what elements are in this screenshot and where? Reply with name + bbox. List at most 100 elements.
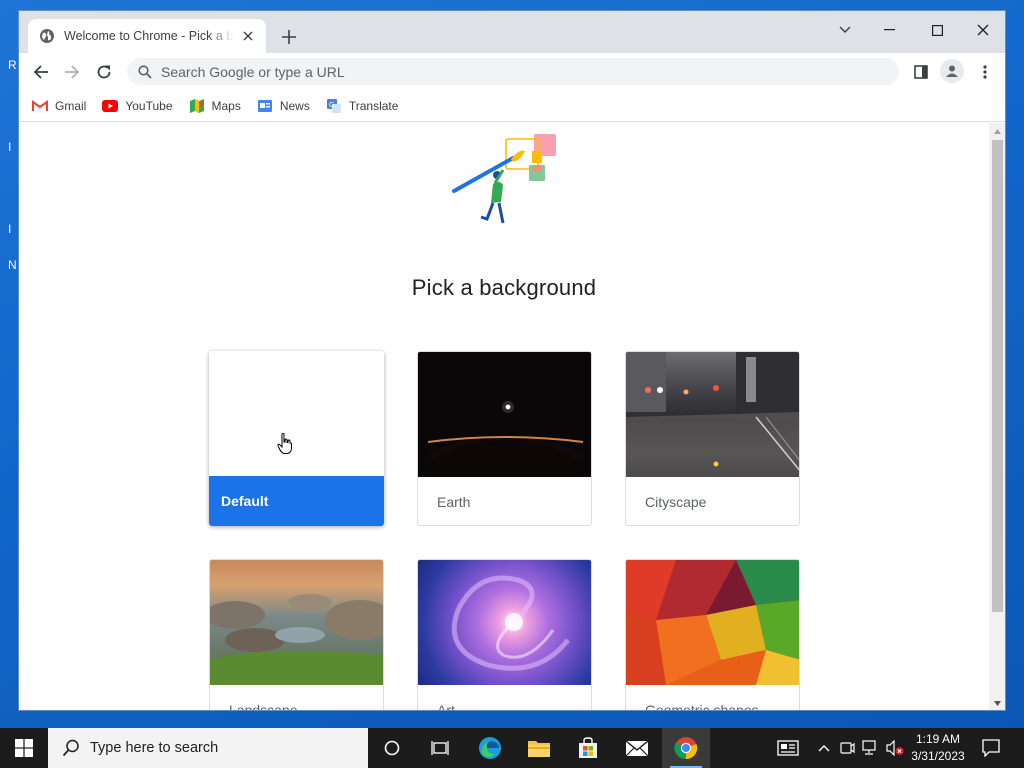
- background-card-cityscape[interactable]: Cityscape: [625, 351, 800, 526]
- cityscape-street-image: [626, 352, 799, 477]
- default-thumbnail: [209, 351, 384, 476]
- earth-thumbnail: [418, 352, 591, 500]
- volume-button[interactable]: [885, 738, 905, 758]
- desktop-icon-label-fragment: I: [8, 140, 12, 154]
- background-card-label: Default: [209, 476, 384, 526]
- bookmark-gmail[interactable]: Gmail: [32, 99, 86, 113]
- tab-close-icon[interactable]: [240, 28, 256, 44]
- bookmark-youtube[interactable]: YouTube: [102, 98, 173, 113]
- back-button[interactable]: [28, 59, 54, 85]
- profile-avatar[interactable]: [940, 59, 964, 83]
- landscape-thumbnail: [210, 560, 383, 685]
- arrow-left-icon: [33, 65, 48, 79]
- page-scrollbar[interactable]: [989, 123, 1005, 710]
- tab-search-button[interactable]: [830, 16, 860, 44]
- cortana-icon: [384, 740, 400, 756]
- more-vert-icon: [983, 65, 987, 79]
- background-card-landscape[interactable]: Landscape: [209, 559, 384, 711]
- address-bar[interactable]: [127, 58, 899, 85]
- desktop-icon-label-fragment: N: [8, 258, 17, 272]
- news-icon: [257, 99, 272, 112]
- person-icon: [946, 65, 958, 77]
- camera-icon: [840, 742, 855, 754]
- search-icon: [138, 64, 152, 79]
- tab-welcome[interactable]: Welcome to Chrome - Pick a background: [28, 19, 266, 53]
- globe-icon: [40, 29, 54, 43]
- desktop-icon-label-fragment: R: [8, 58, 17, 72]
- close-icon: [977, 24, 989, 36]
- taskbar-chrome[interactable]: [662, 728, 710, 768]
- taskbar-store[interactable]: [564, 728, 612, 768]
- taskbar-file-explorer[interactable]: [515, 728, 563, 768]
- action-center-button[interactable]: [981, 738, 1001, 758]
- taskbar: Type here to search 1:19 AM 3/31/2023: [0, 728, 1024, 768]
- art-thumbnail: [418, 560, 591, 685]
- folder-icon: [528, 741, 550, 757]
- new-tab-button[interactable]: [277, 25, 301, 49]
- scroll-thumb[interactable]: [992, 140, 1003, 612]
- store-icon: [579, 737, 597, 758]
- background-card-art[interactable]: Art: [417, 559, 592, 711]
- plus-icon: [282, 30, 296, 44]
- background-card-geometric-shapes[interactable]: Geometric shapes: [625, 559, 800, 711]
- geometric-shapes-thumbnail: [626, 560, 799, 685]
- translate-icon: G: [326, 98, 341, 113]
- taskbar-search-placeholder: Type here to search: [90, 740, 219, 756]
- taskbar-clock[interactable]: 1:19 AM 3/31/2023: [906, 731, 970, 765]
- show-hidden-icons-button[interactable]: [814, 738, 834, 758]
- taskbar-edge[interactable]: [466, 728, 514, 768]
- desktop-icon-label-fragment: I: [8, 222, 12, 236]
- minimize-icon: [883, 29, 895, 31]
- reload-button[interactable]: [91, 59, 117, 85]
- network-button[interactable]: [861, 738, 881, 758]
- painter-illustration: [452, 134, 556, 224]
- maximize-icon: [931, 24, 943, 36]
- taskbar-search-box[interactable]: Type here to search: [48, 728, 368, 768]
- bookmarks-bar: Gmail YouTube Maps News G Translate: [19, 90, 1005, 122]
- title-bar: Welcome to Chrome - Pick a background: [19, 11, 1005, 53]
- side-panel-button[interactable]: [908, 59, 934, 85]
- bookmark-news[interactable]: News: [257, 99, 310, 113]
- bookmark-label: Maps: [211, 98, 241, 113]
- taskbar-mail[interactable]: [613, 728, 661, 768]
- background-card-label: Earth: [437, 494, 471, 510]
- background-card-earth[interactable]: Earth: [417, 351, 592, 526]
- scroll-down-icon[interactable]: [989, 695, 1005, 710]
- landscape-rocks-image: [210, 594, 383, 685]
- gmail-icon: [32, 99, 48, 111]
- start-button[interactable]: [0, 728, 48, 768]
- side-panel-icon: [914, 65, 928, 79]
- cityscape-thumbnail: [626, 352, 799, 477]
- page-content: Pick a background Default Earth Cityscap…: [19, 123, 989, 711]
- bookmark-label: YouTube: [125, 98, 173, 113]
- cortana-button[interactable]: [368, 728, 416, 768]
- earth-horizon-image: [427, 401, 584, 500]
- tray-meet-button[interactable]: [837, 738, 857, 758]
- news-widget-button[interactable]: [776, 738, 800, 758]
- bookmark-translate[interactable]: G Translate: [326, 98, 399, 114]
- background-card-label: Art: [437, 702, 455, 711]
- menu-button[interactable]: [972, 59, 998, 85]
- close-window-button[interactable]: [968, 16, 998, 44]
- maximize-button[interactable]: [922, 16, 952, 44]
- chrome-icon: [674, 737, 698, 760]
- background-card-label: Landscape: [229, 702, 298, 711]
- windows-logo-icon: [15, 739, 33, 757]
- page-title: Pick a background: [411, 275, 597, 300]
- minimize-button[interactable]: [874, 16, 904, 44]
- task-view-icon: [431, 741, 449, 755]
- chrome-window: Welcome to Chrome - Pick a background: [18, 10, 1006, 711]
- geometric-polygons-image: [626, 560, 799, 685]
- scroll-up-icon[interactable]: [989, 123, 1005, 140]
- address-input[interactable]: [161, 63, 861, 80]
- bookmark-label: Translate: [348, 98, 399, 113]
- forward-button[interactable]: [59, 59, 85, 85]
- arrow-right-icon: [65, 65, 80, 79]
- bookmark-maps[interactable]: Maps: [189, 98, 241, 114]
- edge-icon: [479, 737, 501, 759]
- background-card-default[interactable]: Default: [209, 351, 384, 526]
- mail-icon: [625, 740, 649, 757]
- task-view-button[interactable]: [416, 728, 464, 768]
- chevron-up-icon: [818, 745, 830, 752]
- background-card-label: Geometric shapes: [645, 702, 759, 711]
